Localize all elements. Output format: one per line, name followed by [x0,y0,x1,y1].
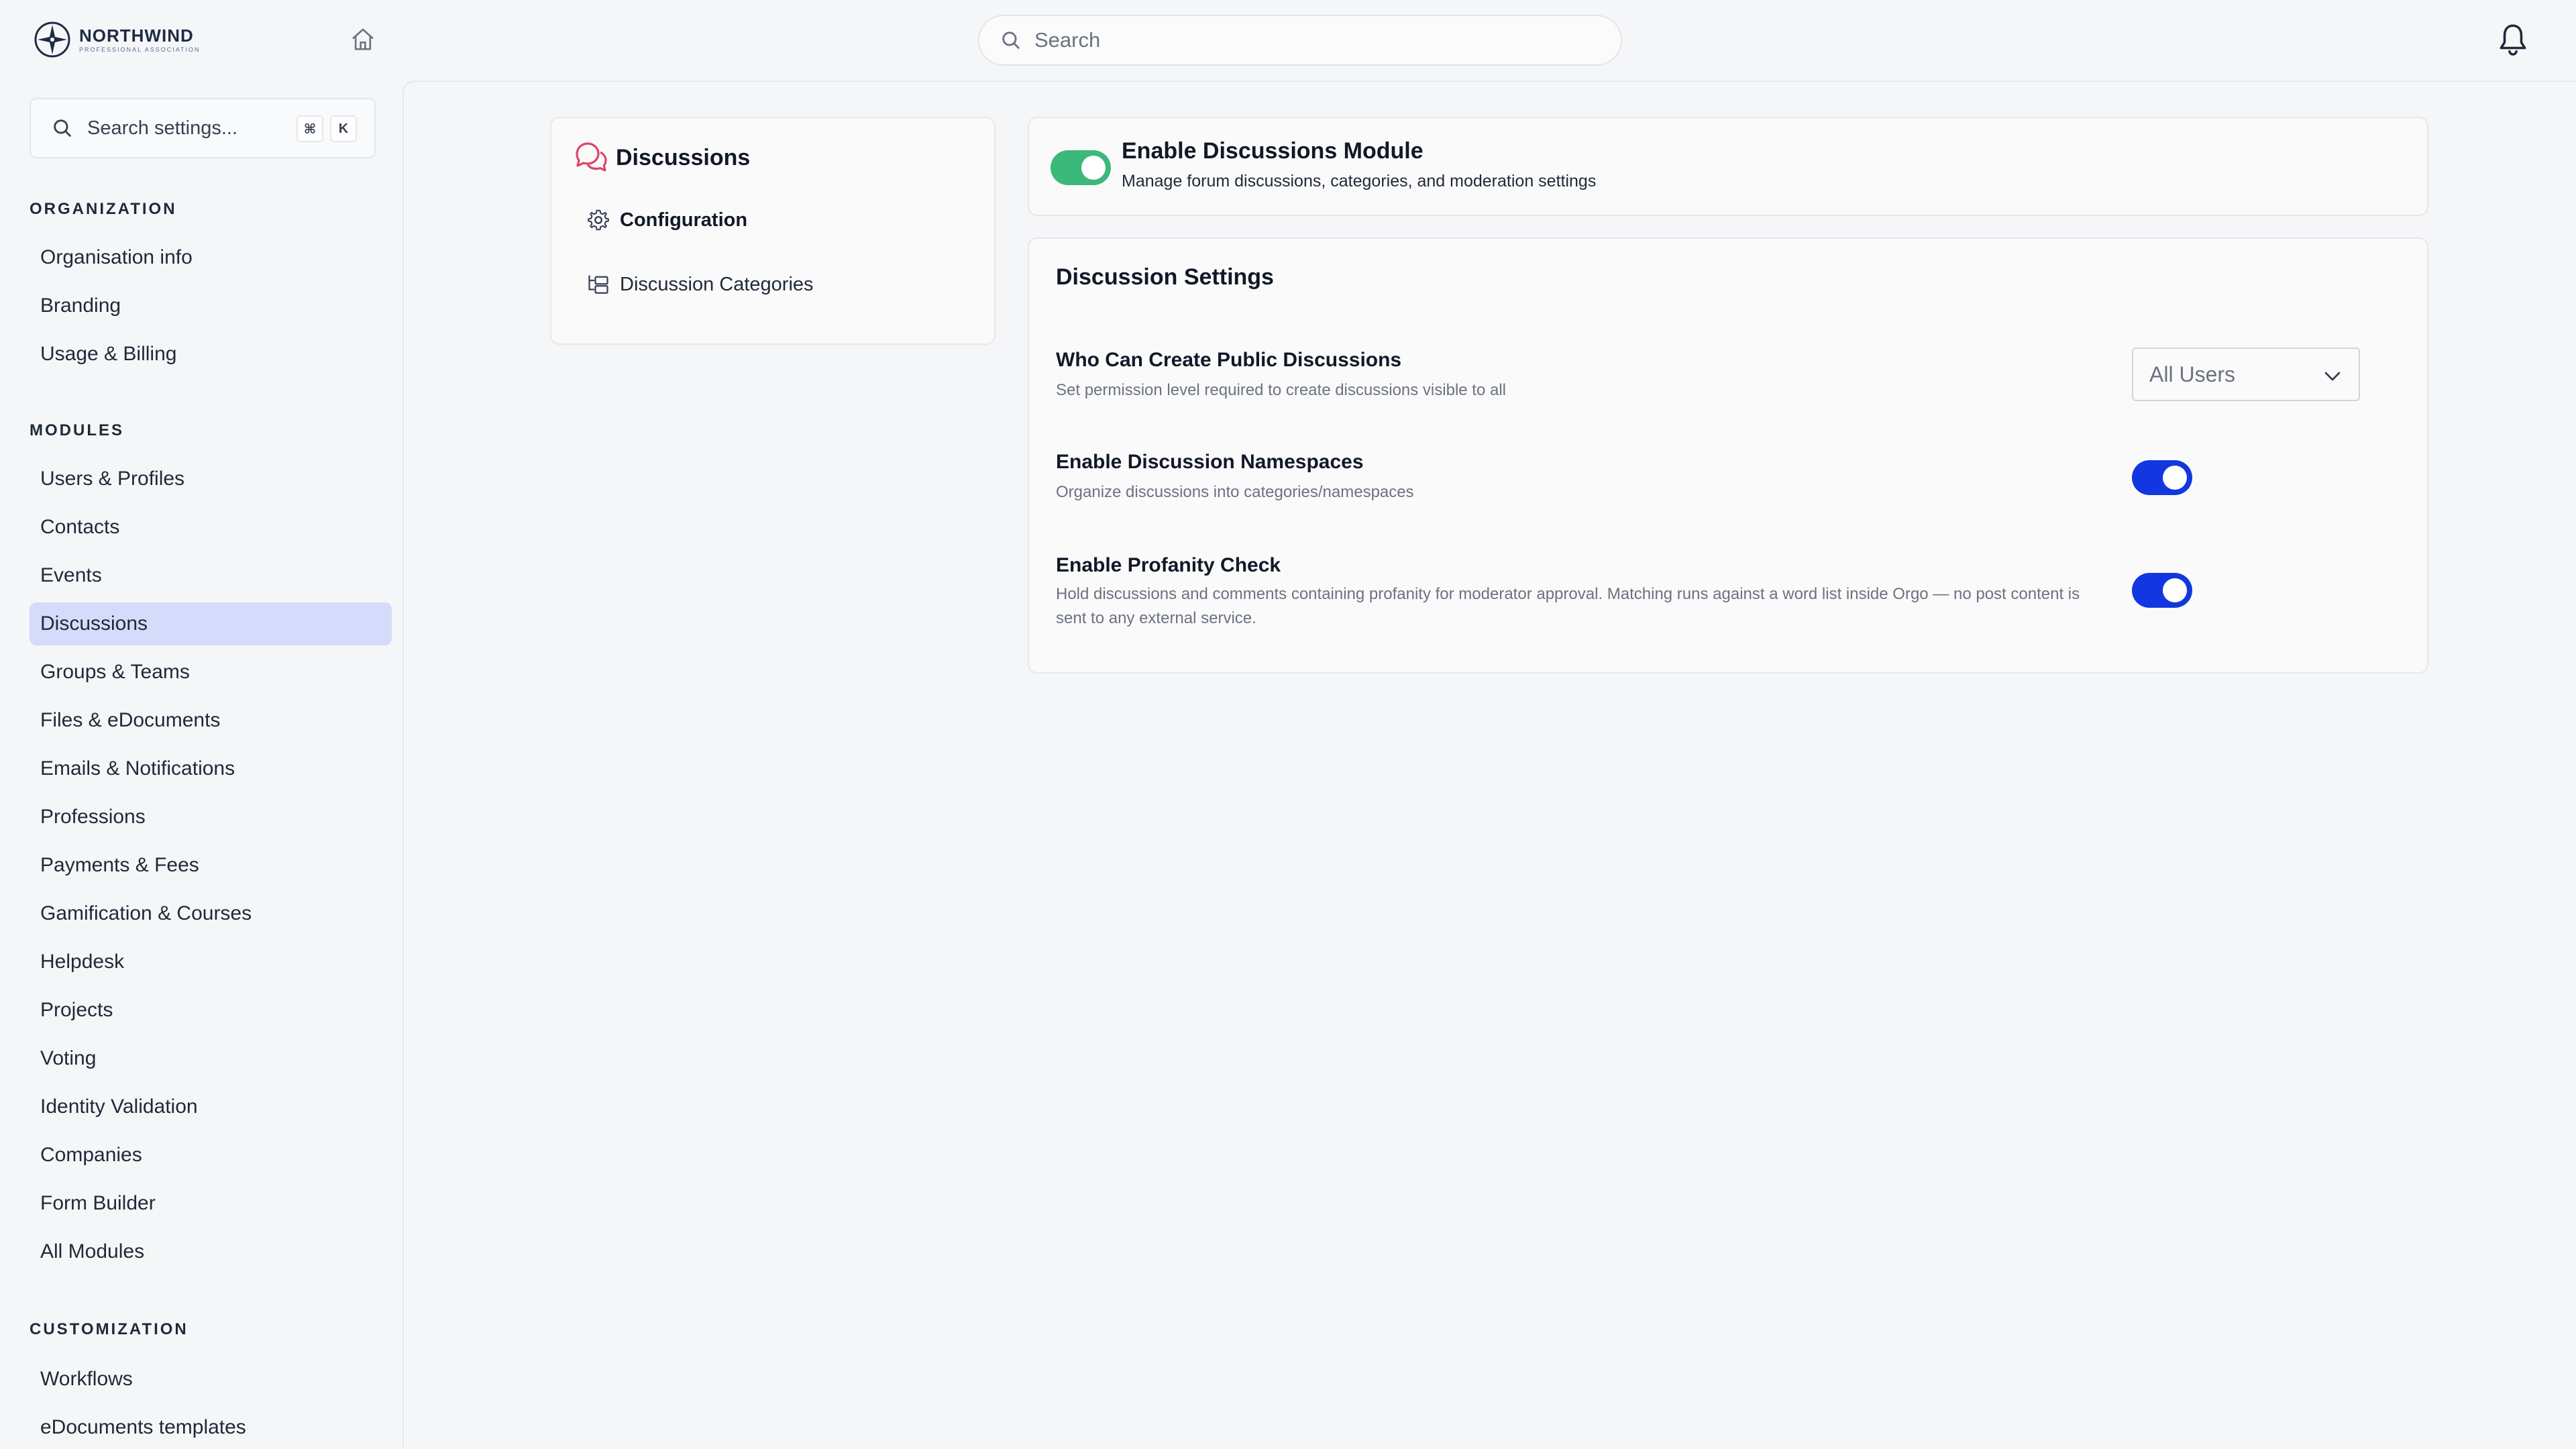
top-bar: NORTHWIND PROFESSIONAL ASSOCIATION [0,0,2576,80]
notifications-button[interactable] [2494,20,2532,59]
sidebar-item-professions[interactable]: Professions [30,796,392,839]
subnav-item-discussion-categories[interactable]: Discussion Categories [586,272,814,297]
sidebar-item-companies[interactable]: Companies [30,1134,392,1177]
module-description: Manage forum discussions, categories, an… [1122,172,1597,191]
logo-name: NORTHWIND [79,25,194,46]
setting-title-public-discussions: Who Can Create Public Discussions [1056,349,1402,371]
discussions-icon [576,142,607,172]
sidebar-item-branding[interactable]: Branding [30,284,392,327]
setting-title-namespaces: Enable Discussion Namespaces [1056,451,1364,473]
sidebar-item-organisation-info[interactable]: Organisation info [30,236,392,279]
module-title: Enable Discussions Module [1122,138,1424,164]
module-toggle-card: Enable Discussions Module Manage forum d… [1028,117,2428,216]
subnav-item-label: Configuration [620,209,748,231]
sidebar-item-form-builder[interactable]: Form Builder [30,1182,392,1225]
sidebar-item-users-profiles[interactable]: Users & Profiles [30,458,392,500]
sidebar-item-identity-validation[interactable]: Identity Validation [30,1085,392,1128]
sidebar-item-emails-notifications[interactable]: Emails & Notifications [30,747,392,790]
select-value: All Users [2149,362,2236,386]
section-title-customization: CUSTOMIZATION [30,1320,189,1338]
global-search-input[interactable] [1034,28,1585,52]
setting-description-namespaces: Organize discussions into categories/nam… [1056,483,1414,501]
discussion-settings-card: Discussion Settings Who Can Create Publi… [1028,237,2428,674]
sidebar-item-edocuments-templates[interactable]: eDocuments templates [30,1406,392,1449]
sidebar-item-voting[interactable]: Voting [30,1037,392,1080]
setting-title-profanity-check: Enable Profanity Check [1056,554,1281,576]
settings-title: Discussion Settings [1056,264,1274,290]
sidebar-item-all-modules[interactable]: All Modules [30,1230,392,1273]
sidebar-item-files-edocuments[interactable]: Files & eDocuments [30,699,392,742]
section-title-organization: ORGANIZATION [30,200,177,218]
home-button[interactable] [347,24,378,55]
enable-discussions-module-toggle[interactable] [1051,150,1111,185]
sidebar-item-events[interactable]: Events [30,554,392,597]
public-discussions-permission-select[interactable]: All Users [2132,347,2360,401]
folder-tree-icon [588,275,608,294]
settings-search-input[interactable] [87,117,288,140]
sidebar-item-workflows[interactable]: Workflows [30,1358,392,1401]
enable-profanity-check-toggle[interactable] [2132,573,2192,608]
toggle-knob [2163,578,2187,602]
chevron-down-icon [2324,372,2341,381]
subnav-title: Discussions [616,144,751,170]
sidebar-item-discussions[interactable]: Discussions [30,602,392,645]
subnav-item-configuration[interactable]: Configuration [586,208,747,232]
logo[interactable]: NORTHWIND PROFESSIONAL ASSOCIATION [34,20,201,59]
search-icon [54,119,71,137]
sidebar-item-helpdesk[interactable]: Helpdesk [30,941,392,983]
gear-icon [588,209,609,231]
sidebar-item-payments-fees[interactable]: Payments & Fees [30,844,392,887]
sidebar-item-contacts[interactable]: Contacts [30,506,392,549]
sidebar-item-gamification-courses[interactable]: Gamification & Courses [30,892,392,935]
discussions-subnav: Discussions Configuration Discussion Cat… [550,117,996,345]
home-icon [352,28,374,50]
settings-search[interactable]: ⌘ K [30,98,376,158]
toggle-knob [2163,466,2187,490]
subnav-header: Discussions [572,140,750,176]
setting-description-profanity-check: Hold discussions and comments containing… [1056,585,2080,627]
shortcut-key-cmd: ⌘ [297,115,323,142]
setting-description-public-discussions: Set permission level required to create … [1056,381,1506,399]
logo-subtitle: PROFESSIONAL ASSOCIATION [79,46,201,53]
bell-icon [2500,24,2526,56]
compass-logo-icon [34,21,70,58]
shortcut-key-k: K [330,115,357,142]
global-search[interactable] [978,15,1622,66]
toggle-knob [1081,156,1106,180]
sidebar-item-usage-billing[interactable]: Usage & Billing [30,333,392,376]
enable-namespaces-toggle[interactable] [2132,460,2192,495]
sidebar-item-groups-teams[interactable]: Groups & Teams [30,651,392,694]
settings-sidebar: ⌘ K ORGANIZATION Organisation info Brand… [0,80,402,1449]
subnav-item-label: Discussion Categories [620,273,814,295]
section-title-modules: MODULES [30,421,124,439]
search-icon [1002,32,1020,49]
sidebar-item-projects[interactable]: Projects [30,989,392,1032]
